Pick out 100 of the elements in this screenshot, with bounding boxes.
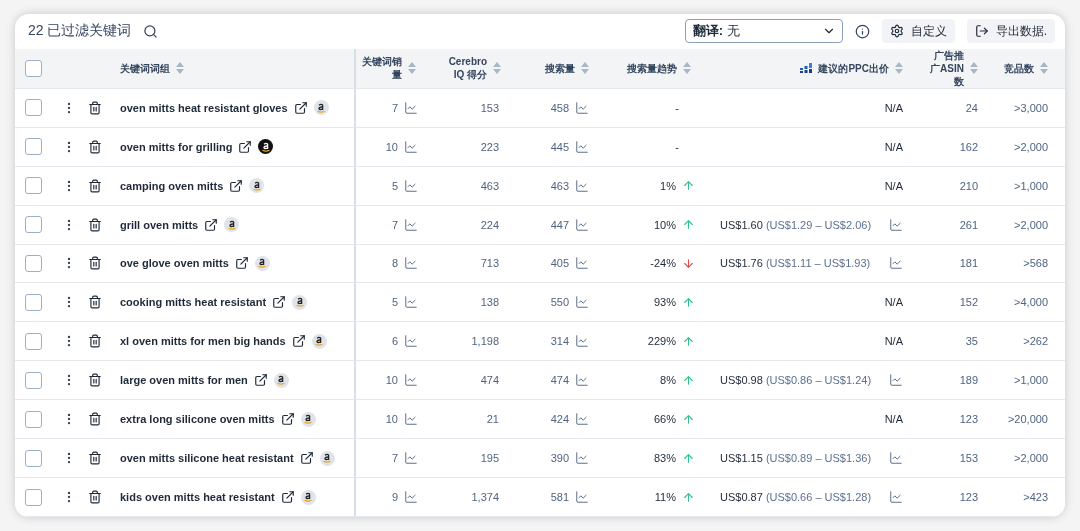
trend-value: 11%	[654, 491, 676, 504]
checkbox[interactable]	[25, 410, 42, 428]
chart-icon[interactable]	[404, 217, 418, 232]
checkbox[interactable]	[25, 293, 42, 311]
chart-icon[interactable]	[575, 217, 589, 232]
external-link-icon[interactable]	[291, 334, 306, 349]
chart-icon[interactable]	[575, 256, 589, 271]
chart-icon[interactable]	[575, 490, 589, 505]
amazon-icon[interactable]	[313, 100, 329, 116]
trash-icon[interactable]	[88, 451, 102, 466]
customize-button[interactable]: 自定义	[881, 19, 955, 44]
ad-asin-count: 181	[959, 257, 978, 270]
checkbox[interactable]	[25, 99, 42, 117]
trash-icon[interactable]	[88, 412, 102, 427]
search-volume: 424	[550, 413, 569, 426]
amazon-icon[interactable]	[258, 139, 274, 155]
chart-icon[interactable]	[889, 256, 903, 271]
amazon-icon[interactable]	[254, 255, 270, 271]
amazon-icon[interactable]	[273, 372, 289, 388]
search-volume: 458	[550, 101, 569, 114]
checkbox[interactable]	[25, 332, 42, 350]
chart-icon[interactable]	[575, 139, 589, 154]
trash-icon[interactable]	[88, 295, 102, 310]
checkbox[interactable]	[25, 59, 42, 77]
trash-icon[interactable]	[88, 178, 102, 193]
search-icon[interactable]	[143, 23, 159, 39]
external-link-icon[interactable]	[280, 412, 295, 427]
trash-icon[interactable]	[88, 256, 102, 271]
external-link-icon[interactable]	[253, 373, 268, 388]
trash-icon[interactable]	[88, 139, 102, 154]
checkbox[interactable]	[25, 488, 42, 506]
chart-icon[interactable]	[404, 451, 418, 466]
sales-value: 7	[391, 452, 398, 465]
trend-value: 229%	[647, 335, 676, 348]
chart-icon[interactable]	[575, 451, 589, 466]
checkbox[interactable]	[25, 254, 42, 272]
chart-icon[interactable]	[575, 178, 589, 193]
amazon-icon[interactable]	[224, 217, 240, 233]
export-button[interactable]: 导出数据.	[966, 19, 1055, 44]
column-header: 关键词词组	[120, 61, 170, 75]
chart-icon[interactable]	[404, 100, 418, 115]
trash-icon[interactable]	[88, 217, 102, 232]
chart-icon[interactable]	[404, 412, 418, 427]
checkbox[interactable]	[25, 216, 42, 234]
chart-icon[interactable]	[575, 412, 589, 427]
ppc-bid: N/A	[884, 335, 903, 348]
ppc-bid: N/A	[884, 179, 903, 192]
chart-icon[interactable]	[404, 139, 418, 154]
search-volume: 405	[550, 257, 569, 270]
chart-icon[interactable]	[575, 373, 589, 388]
column-header: 建议的PPC出价	[818, 61, 889, 75]
arrow-up-icon	[682, 490, 695, 504]
chart-icon[interactable]	[575, 295, 589, 310]
chart-icon[interactable]	[404, 178, 418, 193]
translate-select[interactable]: 翻译: 无	[684, 19, 843, 44]
cerebro-score: 223	[480, 140, 499, 153]
chart-icon[interactable]	[889, 217, 903, 232]
trash-icon[interactable]	[88, 373, 102, 388]
external-link-icon[interactable]	[299, 451, 314, 466]
keyword-text: grill oven mitts	[120, 218, 199, 231]
trend-value: 8%	[660, 374, 676, 387]
checkbox[interactable]	[25, 371, 42, 389]
chart-icon[interactable]	[889, 451, 903, 466]
trash-icon[interactable]	[88, 490, 102, 505]
external-link-icon[interactable]	[280, 490, 295, 505]
amazon-icon[interactable]	[319, 450, 335, 466]
info-icon[interactable]	[854, 23, 870, 39]
amazon-icon[interactable]	[249, 178, 265, 194]
chart-icon[interactable]	[404, 373, 418, 388]
amazon-icon[interactable]	[292, 294, 308, 310]
amazon-icon[interactable]	[311, 333, 327, 349]
external-link-icon[interactable]	[234, 256, 249, 271]
arrow-up-icon	[682, 373, 695, 387]
ad-asin-count: 189	[959, 374, 978, 387]
arrow-up-icon	[682, 412, 695, 426]
cerebro-score: 153	[480, 101, 499, 114]
chart-icon[interactable]	[404, 334, 418, 349]
checkbox[interactable]	[25, 177, 42, 195]
checkbox[interactable]	[25, 138, 42, 156]
arrow-up-icon	[682, 218, 695, 232]
chart-icon[interactable]	[575, 100, 589, 115]
chart-icon[interactable]	[404, 256, 418, 271]
trash-icon[interactable]	[88, 334, 102, 349]
amazon-icon[interactable]	[300, 489, 316, 505]
column-header: 关键词销量	[362, 55, 402, 82]
competitor-count: >568	[1023, 257, 1048, 270]
amazon-icon[interactable]	[300, 411, 316, 427]
external-link-icon[interactable]	[238, 139, 253, 154]
trash-icon[interactable]	[88, 100, 102, 115]
external-link-icon[interactable]	[204, 217, 219, 232]
chart-icon[interactable]	[404, 490, 418, 505]
checkbox[interactable]	[25, 449, 42, 467]
chart-icon[interactable]	[889, 490, 903, 505]
external-link-icon[interactable]	[229, 178, 244, 193]
chart-icon[interactable]	[575, 334, 589, 349]
external-link-icon[interactable]	[293, 100, 308, 115]
external-link-icon[interactable]	[272, 295, 287, 310]
keyword-text: ove glove oven mitts	[120, 257, 229, 270]
chart-icon[interactable]	[889, 373, 903, 388]
chart-icon[interactable]	[404, 295, 418, 310]
